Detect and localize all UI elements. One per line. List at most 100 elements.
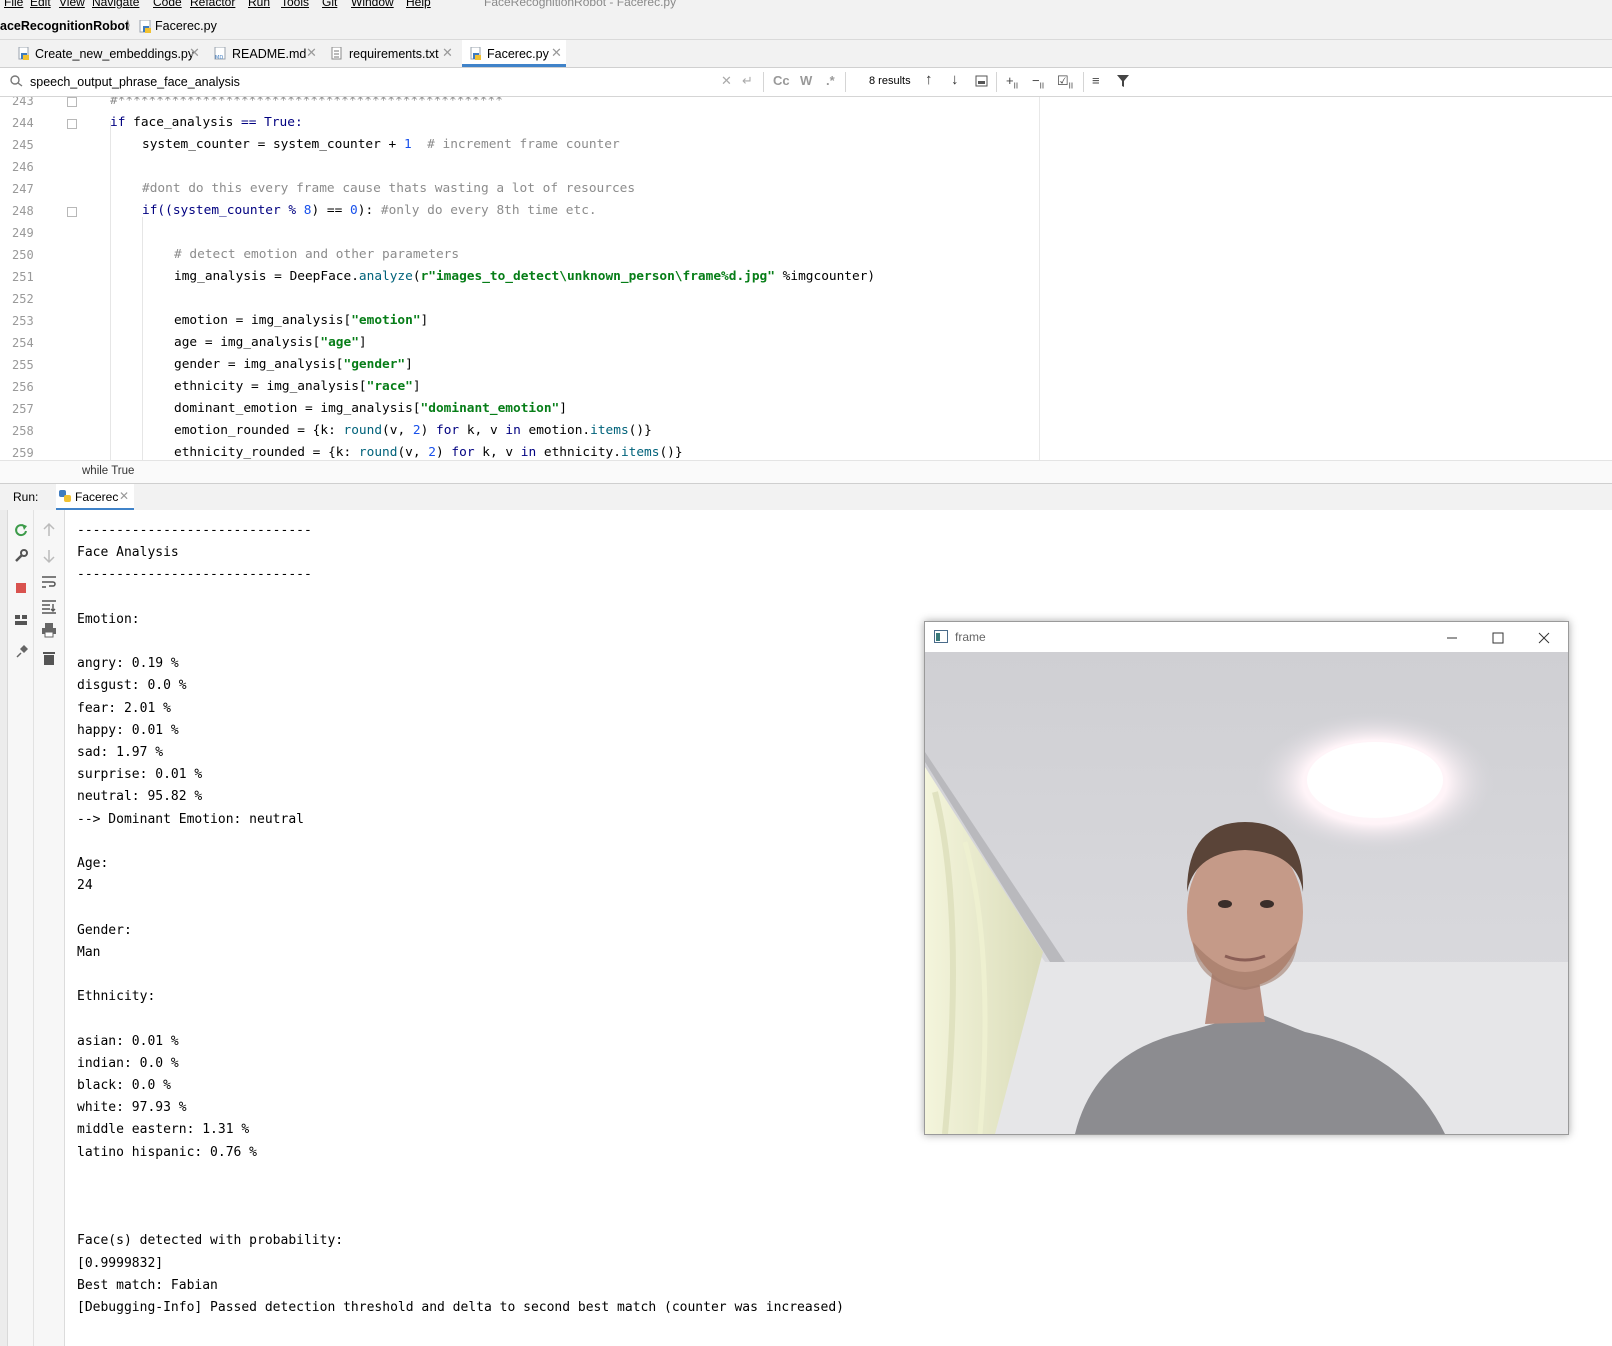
menu-git[interactable]: Git bbox=[322, 0, 337, 9]
code-editor[interactable]: 243 244 245 246 247 248 249 250 251 252 … bbox=[0, 97, 1612, 460]
menu-code[interactable]: Code bbox=[153, 0, 182, 9]
fold-marker[interactable] bbox=[67, 119, 77, 129]
maximize-icon[interactable] bbox=[1491, 631, 1505, 645]
add-occurrence-icon[interactable]: +II bbox=[1006, 73, 1018, 91]
chevron-right-icon: ⟩ bbox=[126, 18, 131, 32]
words-button[interactable]: W bbox=[800, 73, 812, 88]
line-number: 248 bbox=[12, 204, 34, 218]
line-number: 245 bbox=[12, 138, 34, 152]
webcam-photo bbox=[925, 652, 1568, 1134]
code-line: ethnicity_rounded = {k: round(v, 2) for … bbox=[174, 445, 683, 460]
fold-marker[interactable] bbox=[67, 207, 77, 217]
soft-wrap-icon[interactable] bbox=[41, 574, 57, 590]
new-line-icon[interactable]: ↵ bbox=[742, 73, 753, 89]
arrow-down-icon[interactable]: ↓ bbox=[951, 71, 959, 88]
layout-icon[interactable] bbox=[13, 612, 29, 628]
rerun-icon[interactable] bbox=[13, 522, 29, 538]
code-line: age = img_analysis["age"] bbox=[174, 335, 367, 350]
select-all-icon[interactable]: ☑II bbox=[1057, 73, 1073, 91]
find-bar: ✕ ↵ Cc W .* 8 results ↑ ↓ +II −II ☑II ≡ bbox=[0, 68, 1612, 97]
line-number: 252 bbox=[12, 292, 34, 306]
line-number: 247 bbox=[12, 182, 34, 196]
arrow-up-icon[interactable] bbox=[41, 522, 57, 538]
code-line: if((system_counter % 8) == 0): #only do … bbox=[142, 203, 597, 218]
breadcrumb-file[interactable]: Facerec.py bbox=[155, 19, 217, 33]
menu-view[interactable]: View bbox=[59, 0, 85, 9]
console-line: ------------------------------ bbox=[77, 523, 312, 538]
text-file-icon bbox=[331, 47, 342, 60]
search-icon[interactable] bbox=[9, 74, 25, 88]
menu-navigate[interactable]: Navigate bbox=[92, 0, 139, 9]
close-icon[interactable]: ✕ bbox=[551, 45, 562, 61]
filter-icon[interactable] bbox=[1117, 75, 1129, 88]
console-line: 24 bbox=[77, 878, 93, 894]
python-file-icon bbox=[18, 47, 29, 60]
menu-bar: File Edit View Navigate Code Refactor Ru… bbox=[0, 0, 1612, 12]
clear-search-icon[interactable]: ✕ bbox=[721, 73, 732, 89]
line-number-gutter: 243 244 245 246 247 248 249 250 251 252 … bbox=[0, 97, 70, 460]
close-icon[interactable]: ✕ bbox=[189, 45, 200, 61]
code-line: system_counter = system_counter + 1 # in… bbox=[142, 137, 620, 152]
run-tab-facerec[interactable]: Facerec ✕ bbox=[56, 484, 134, 510]
code-line: emotion_rounded = {k: round(v, 2) for k,… bbox=[174, 423, 652, 438]
regex-button[interactable]: .* bbox=[826, 73, 835, 88]
minimize-icon[interactable] bbox=[1445, 631, 1459, 645]
arrow-up-icon[interactable]: ↑ bbox=[925, 71, 933, 88]
tab-create-new-embeddings[interactable]: Create_new_embeddings.py ✕ bbox=[10, 40, 204, 67]
console-line: latino hispanic: 0.76 % bbox=[77, 1144, 258, 1160]
editor-tab-bar: Create_new_embeddings.py ✕ MD README.md … bbox=[0, 40, 1612, 68]
wrench-icon[interactable] bbox=[13, 548, 29, 564]
frame-window-titlebar[interactable]: frame bbox=[925, 622, 1568, 652]
run-label: Run: bbox=[13, 490, 39, 504]
menu-refactor[interactable]: Refactor bbox=[190, 0, 235, 9]
code-line: img_analysis = DeepFace.analyze(r"images… bbox=[174, 269, 876, 284]
frame-window-title: frame bbox=[955, 630, 986, 644]
console-line: middle eastern: 1.31 % bbox=[77, 1122, 250, 1138]
webcam-frame-image bbox=[925, 652, 1568, 1134]
line-number: 253 bbox=[12, 314, 34, 328]
menu-tools[interactable]: Tools bbox=[281, 0, 309, 9]
tab-facerec[interactable]: Facerec.py ✕ bbox=[462, 40, 566, 67]
code-line: if face_analysis == True: bbox=[110, 115, 303, 130]
filter-options-icon[interactable]: ≡ bbox=[1092, 73, 1100, 88]
code-line: emotion = img_analysis["emotion"] bbox=[174, 313, 429, 328]
console-line: Age: bbox=[77, 856, 109, 871]
code-line: gender = img_analysis["gender"] bbox=[174, 357, 413, 372]
console-line: Face Analysis bbox=[77, 545, 179, 561]
run-tab-label: Facerec bbox=[75, 490, 119, 504]
run-toolbar-primary bbox=[8, 510, 34, 1346]
print-icon[interactable] bbox=[41, 622, 57, 638]
menu-help[interactable]: Help bbox=[406, 0, 431, 9]
pin-icon[interactable] bbox=[13, 644, 29, 660]
trash-icon[interactable] bbox=[41, 650, 57, 666]
menu-run[interactable]: Run bbox=[248, 0, 270, 9]
frame-window[interactable]: frame bbox=[924, 621, 1569, 1135]
arrow-down-icon[interactable] bbox=[41, 548, 57, 564]
close-icon[interactable]: ✕ bbox=[306, 45, 317, 61]
close-icon[interactable] bbox=[1537, 631, 1551, 645]
menu-edit[interactable]: Edit bbox=[30, 0, 51, 9]
left-tool-strip bbox=[0, 510, 8, 1346]
fold-marker[interactable] bbox=[67, 97, 77, 107]
match-case-button[interactable]: Cc bbox=[773, 73, 790, 88]
menu-file[interactable]: File bbox=[4, 0, 23, 9]
console-line: [Debugging-Info] Passed detection thresh… bbox=[77, 1300, 845, 1315]
close-icon[interactable]: ✕ bbox=[119, 489, 129, 503]
close-icon[interactable]: ✕ bbox=[442, 45, 453, 61]
tab-readme[interactable]: MD README.md ✕ bbox=[208, 40, 322, 67]
code-context-label[interactable]: while True bbox=[82, 465, 134, 477]
console-line: asian: 0.01 % bbox=[77, 1033, 179, 1049]
select-all-occurrences-icon[interactable] bbox=[975, 75, 989, 88]
search-input[interactable] bbox=[30, 73, 720, 91]
tab-requirements[interactable]: requirements.txt ✕ bbox=[326, 40, 460, 67]
editor-breadcrumb: while True bbox=[0, 460, 1612, 483]
breadcrumb-project[interactable]: aceRecognitionRobot bbox=[0, 19, 129, 33]
console-line: surprise: 0.01 % bbox=[77, 767, 203, 783]
scroll-to-end-icon[interactable] bbox=[41, 598, 57, 614]
search-results-count: 8 results bbox=[869, 75, 911, 87]
stop-icon[interactable] bbox=[13, 580, 29, 596]
menu-window[interactable]: Window bbox=[351, 0, 394, 9]
console-line: [0.9999832] bbox=[77, 1255, 164, 1271]
remove-occurrence-icon[interactable]: −II bbox=[1032, 73, 1044, 91]
line-number: 257 bbox=[12, 402, 34, 416]
